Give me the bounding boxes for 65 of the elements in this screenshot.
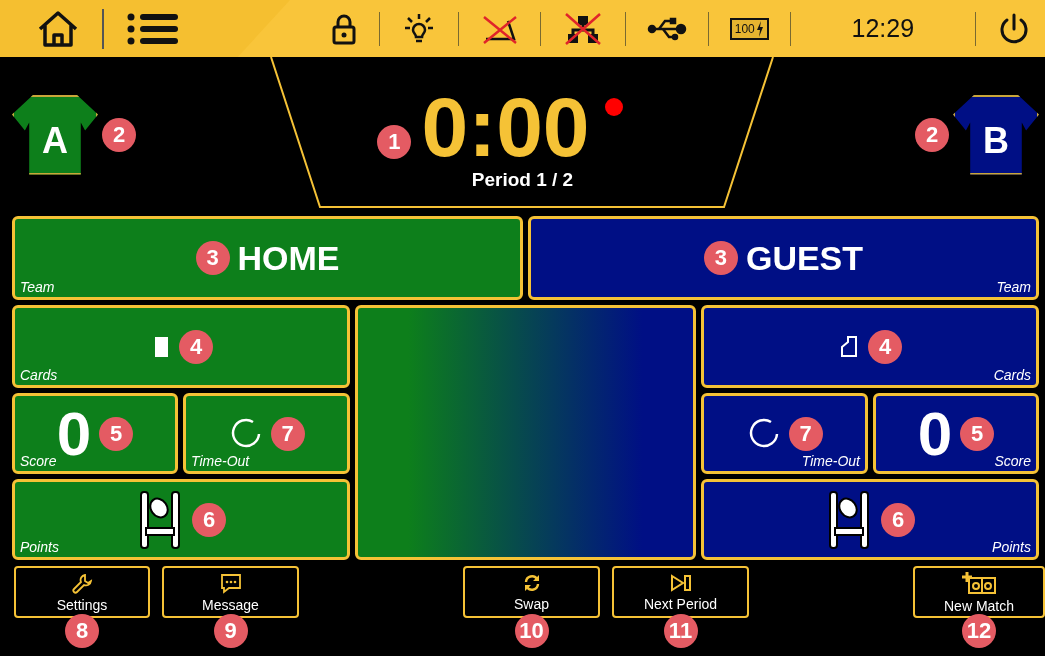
- time-out-panel[interactable]: 7 Time-Out: [701, 393, 868, 474]
- callout-badge: 5: [960, 416, 995, 451]
- cards-panel[interactable]: 4 Cards: [12, 305, 350, 388]
- wrench-icon: [71, 571, 93, 594]
- jersey-letter: A: [42, 118, 68, 162]
- callout-badge: 6: [192, 502, 226, 537]
- points-panel[interactable]: 6 Points: [12, 479, 350, 560]
- callout-badge: 8: [65, 614, 99, 648]
- toolbar-button[interactable]: Message: [162, 566, 299, 618]
- panel-label: Points: [992, 539, 1031, 555]
- lock-icon[interactable]: [330, 12, 358, 45]
- callout-badge: 4: [868, 329, 902, 364]
- callout-badge: 2: [102, 117, 136, 152]
- panel-label: Team: [20, 279, 55, 295]
- score-panel[interactable]: 0 5 Score: [873, 393, 1039, 474]
- match-timer[interactable]: 0:00: [421, 85, 590, 169]
- panel-label: Points: [20, 539, 59, 555]
- team-name-panel[interactable]: 3 GUEST Team: [528, 216, 1039, 300]
- period-label: Period 1 / 2: [471, 169, 574, 191]
- callout-badge: 12: [962, 614, 996, 648]
- callout-badge: 1: [377, 125, 412, 159]
- callout-badge: 2: [915, 117, 949, 152]
- plus-field-icon: [961, 570, 997, 595]
- panel-label: Time-Out: [801, 453, 860, 469]
- panel-label: Cards: [20, 367, 58, 383]
- panel-label: Score: [20, 453, 57, 469]
- card-icon: [838, 333, 860, 360]
- time-out-panel[interactable]: 7 Time-Out: [183, 393, 350, 474]
- team-name-panel[interactable]: 3 HOME Team: [12, 216, 523, 300]
- callout-badge: 6: [881, 502, 915, 537]
- points-panel[interactable]: 6 Points: [701, 479, 1039, 560]
- callout-badge: 7: [270, 416, 305, 451]
- jersey-letter: B: [983, 118, 1009, 162]
- panel-label: Time-Out: [191, 453, 250, 469]
- callout-badge: 3: [703, 241, 738, 275]
- battery-level-text: 100: [734, 21, 755, 36]
- team-name: HOME: [237, 238, 340, 278]
- callout-badge: 10: [514, 614, 549, 648]
- team-name: GUEST: [745, 238, 864, 278]
- panel-label: Score: [994, 453, 1031, 469]
- callout-badge: 3: [195, 241, 230, 275]
- callout-badge: 5: [99, 416, 134, 451]
- callout-badge: 7: [788, 416, 823, 451]
- team-jersey[interactable]: A: [12, 94, 98, 175]
- toolbar-button[interactable]: Settings: [14, 566, 150, 618]
- toolbar-button[interactable]: Swap: [463, 566, 600, 618]
- callout-badge: 4: [179, 329, 213, 364]
- score-value: 0: [56, 402, 92, 465]
- callout-badge: 9: [213, 614, 248, 648]
- score-panel[interactable]: 0 5 Score: [12, 393, 178, 474]
- callout-badge: 11: [663, 614, 698, 648]
- recording-dot-icon: [603, 97, 624, 117]
- panel-label: Cards: [993, 367, 1031, 383]
- panel-label: Team: [996, 279, 1031, 295]
- team-jersey[interactable]: B: [953, 94, 1039, 175]
- home-icon[interactable]: [36, 8, 80, 49]
- toolbar-button[interactable]: New Match: [913, 566, 1045, 618]
- clock-time: 12:29: [850, 14, 916, 43]
- charging-icon: [755, 20, 764, 37]
- score-value: 0: [917, 402, 953, 465]
- cards-panel[interactable]: 4 Cards: [701, 305, 1039, 388]
- skip-next-icon: [668, 572, 693, 593]
- chat-bubble-icon: [218, 571, 243, 594]
- toolbar-button[interactable]: Next Period: [612, 566, 749, 618]
- usb-icon[interactable]: [647, 16, 687, 41]
